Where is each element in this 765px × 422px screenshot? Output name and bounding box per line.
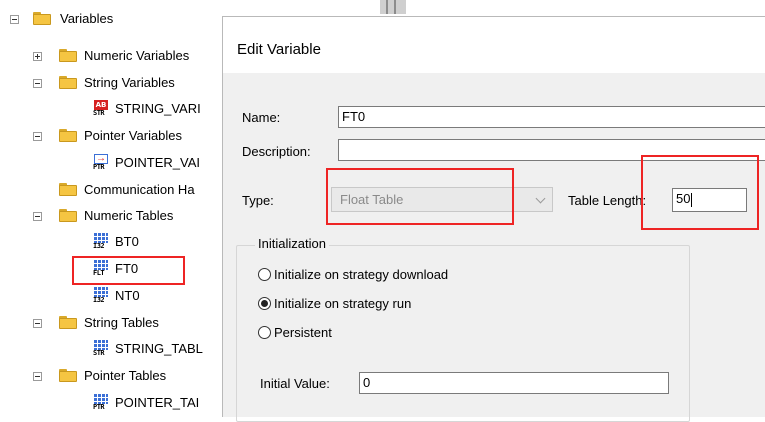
radio-label: Persistent: [274, 325, 332, 340]
variables-tree: Variables Numeric Variables String Varia…: [0, 0, 240, 416]
radio-selected-icon: [258, 297, 271, 310]
tree-label: POINTER_VAI: [115, 155, 201, 170]
initial-value-label: Initial Value:: [260, 376, 330, 391]
tree-label: Variables: [60, 11, 114, 26]
folder-icon: [59, 76, 77, 89]
folder-icon: [59, 129, 77, 142]
tree-label: Communication Ha: [84, 182, 195, 197]
name-label: Name:: [242, 110, 281, 125]
folder-icon: [59, 183, 77, 196]
type-label: Type:: [242, 193, 274, 208]
expand-icon[interactable]: [33, 52, 42, 61]
chevron-down-icon: [535, 193, 546, 204]
tree-label: STRING_VARI: [115, 101, 201, 116]
integer-table-icon: I32: [92, 233, 110, 251]
tree-label: Numeric Variables: [84, 48, 190, 63]
radio-icon: [258, 326, 271, 339]
radio-icon: [258, 268, 271, 281]
collapse-icon[interactable]: [33, 132, 42, 141]
initialization-title: Initialization: [255, 236, 329, 251]
tree-label: BT0: [115, 234, 139, 249]
highlight-box-table-length: [641, 155, 759, 230]
folder-icon: [59, 209, 77, 222]
radio-initialize-run[interactable]: Initialize on strategy run: [258, 296, 411, 311]
radio-persistent[interactable]: Persistent: [258, 325, 332, 340]
pointer-table-icon: PTR: [92, 394, 110, 412]
scrollbar-grip[interactable]: [380, 0, 406, 14]
string-variable-icon: AB STR: [93, 100, 108, 117]
tree-label: String Variables: [84, 75, 175, 90]
pointer-variable-icon: → PTR: [93, 153, 108, 171]
tree-label: Numeric Tables: [84, 208, 174, 223]
initial-value-input[interactable]: 0: [359, 372, 669, 394]
string-table-icon: STR: [92, 340, 110, 358]
dialog-titlebar: Edit Variable: [223, 17, 765, 73]
tree-label: Pointer Tables: [84, 368, 167, 383]
tree-label: Pointer Variables: [84, 128, 183, 143]
folder-icon: [59, 369, 77, 382]
collapse-icon[interactable]: [33, 212, 42, 221]
tree-label: POINTER_TAI: [115, 395, 200, 410]
folder-icon: [59, 49, 77, 62]
integer-table-icon: I32: [92, 287, 110, 305]
dialog-title: Edit Variable: [237, 41, 321, 58]
collapse-icon[interactable]: [33, 372, 42, 381]
edit-variable-dialog: Edit Variable Name: FT0 Description: Typ…: [222, 16, 765, 422]
table-length-label: Table Length:: [568, 193, 647, 208]
collapse-icon[interactable]: [10, 15, 19, 24]
collapse-icon[interactable]: [33, 79, 42, 88]
description-label: Description:: [242, 144, 311, 159]
tree-label: String Tables: [84, 315, 159, 330]
tree-label: NT0: [115, 288, 140, 303]
radio-label: Initialize on strategy download: [274, 267, 449, 282]
name-input[interactable]: FT0: [338, 106, 765, 128]
highlight-box-type: [326, 168, 514, 225]
tree-label: STRING_TABL: [115, 341, 203, 356]
folder-icon: [59, 316, 77, 329]
radio-label: Initialize on strategy run: [274, 296, 412, 311]
folder-icon: [33, 12, 51, 25]
collapse-icon[interactable]: [33, 319, 42, 328]
highlight-box-ft0: [72, 256, 185, 285]
radio-initialize-download[interactable]: Initialize on strategy download: [258, 267, 448, 282]
